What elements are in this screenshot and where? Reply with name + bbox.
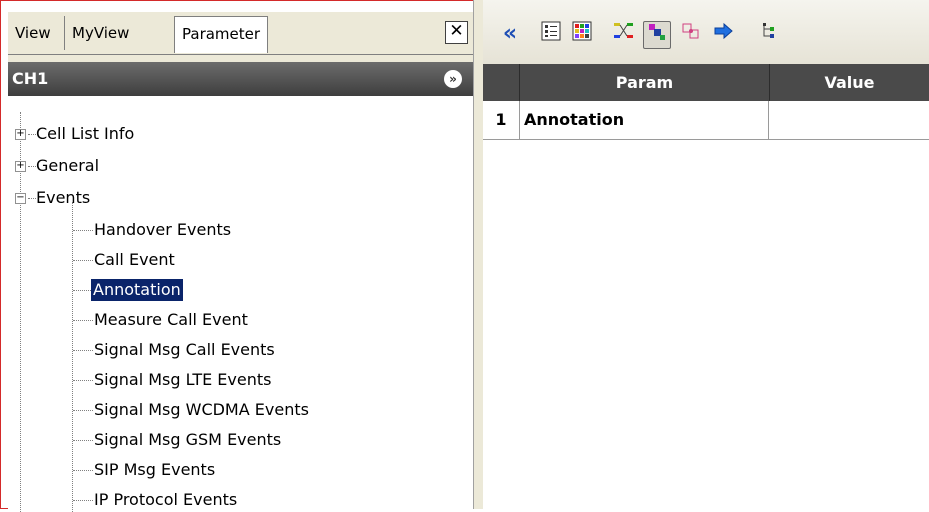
- tree-layout-icon[interactable]: [757, 21, 783, 47]
- right-panel: « Param Value 1 Annotation: [483, 0, 929, 509]
- param-cell[interactable]: Annotation: [520, 101, 769, 139]
- toolbar: «: [483, 0, 929, 64]
- expand-icon[interactable]: +: [15, 129, 26, 140]
- tree-events-line: [72, 202, 73, 512]
- tree-item-ip-protocol-events[interactable]: IP Protocol Events: [94, 489, 237, 511]
- map-icon[interactable]: [679, 21, 705, 47]
- channel-title: CH1: [12, 69, 49, 88]
- forward-arrow-icon[interactable]: [711, 21, 737, 47]
- tree-item-events[interactable]: Events: [36, 187, 90, 209]
- tab-strip: View MyView Parameter ✕: [8, 12, 473, 62]
- tree-item-call-event[interactable]: Call Event: [94, 249, 175, 271]
- tree-item-signal-msg-call-events[interactable]: Signal Msg Call Events: [94, 339, 275, 361]
- tree-item-general[interactable]: General: [36, 155, 99, 177]
- tab-myview[interactable]: MyView: [64, 16, 136, 50]
- value-cell[interactable]: [770, 101, 929, 139]
- tree-root-line: [20, 112, 21, 512]
- block-view-icon[interactable]: [643, 21, 671, 49]
- tree-item-annotation[interactable]: Annotation: [91, 279, 183, 301]
- tab-divider: [8, 54, 473, 55]
- tree-item-measure-call-event[interactable]: Measure Call Event: [94, 309, 248, 331]
- collapse-left-icon[interactable]: «: [497, 21, 523, 47]
- chevron-down-icon[interactable]: »: [444, 70, 462, 88]
- tree-item-signal-msg-gsm-events[interactable]: Signal Msg GSM Events: [94, 429, 281, 451]
- color-grid-icon[interactable]: [569, 21, 595, 47]
- row-index-header: [483, 64, 520, 101]
- tree-item-signal-msg-lte-events[interactable]: Signal Msg LTE Events: [94, 369, 271, 391]
- tree-item-signal-msg-wcdma-events[interactable]: Signal Msg WCDMA Events: [94, 399, 309, 421]
- expand-icon[interactable]: +: [15, 161, 26, 172]
- column-header-value[interactable]: Value: [770, 64, 929, 101]
- tab-parameter[interactable]: Parameter: [174, 16, 269, 53]
- flow-diagram-icon[interactable]: [611, 21, 637, 47]
- collapse-icon[interactable]: −: [15, 193, 26, 204]
- grid-header: Param Value: [483, 64, 929, 101]
- row-index: 1: [483, 101, 520, 139]
- tree-item-cell-list-info[interactable]: Cell List Info: [36, 123, 134, 145]
- tree-item-handover-events[interactable]: Handover Events: [94, 219, 231, 241]
- left-panel: View MyView Parameter ✕ CH1 » + Cell Lis…: [8, 12, 473, 512]
- tree-item-sip-msg-events[interactable]: SIP Msg Events: [94, 459, 215, 481]
- channel-header[interactable]: CH1 »: [8, 62, 473, 96]
- list-view-icon[interactable]: [538, 21, 564, 47]
- parameter-tree: + Cell List Info + General − Events Hand…: [8, 102, 473, 512]
- column-header-param[interactable]: Param: [520, 64, 770, 101]
- tab-view[interactable]: View: [8, 16, 58, 50]
- close-button[interactable]: ✕: [445, 21, 468, 44]
- table-row[interactable]: 1 Annotation: [483, 101, 929, 140]
